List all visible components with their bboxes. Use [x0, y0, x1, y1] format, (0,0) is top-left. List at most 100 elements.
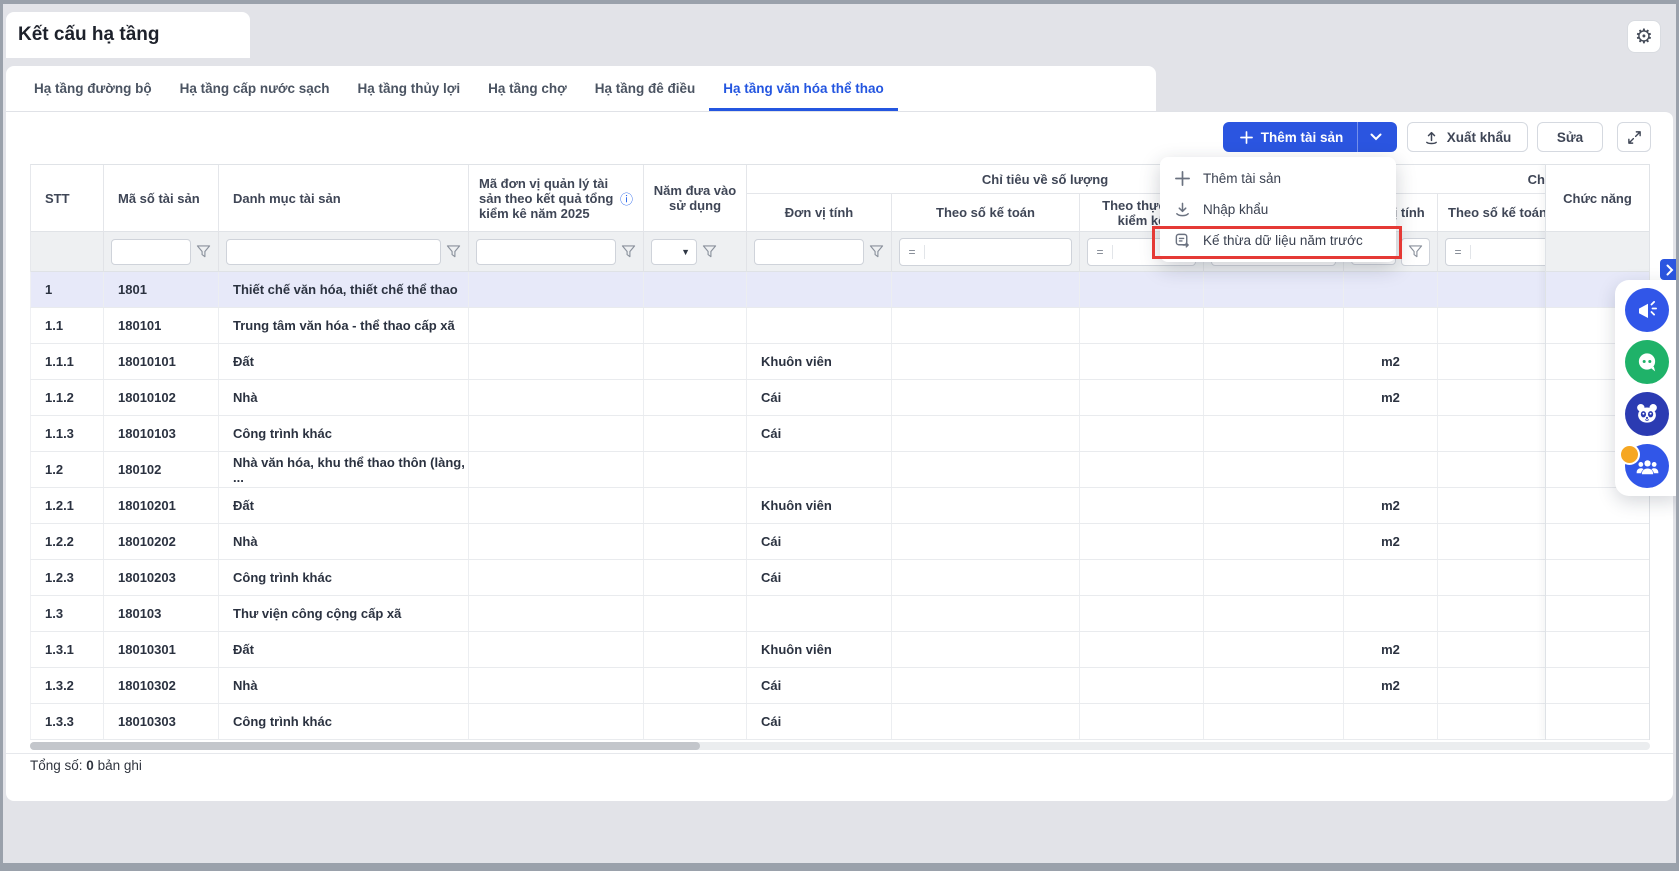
- column-header-asset-category[interactable]: Danh mục tài sản: [219, 165, 469, 232]
- tab-hạ-tầng-chợ[interactable]: Hạ tầng chợ: [474, 66, 581, 111]
- add-asset-dropdown-menu: Thêm tài sản Nhập khẩuKế thừa dữ liệu năm…: [1160, 157, 1396, 262]
- edit-button[interactable]: Sửa: [1537, 122, 1603, 152]
- menu-item-kế-thừa-dữ-liệu-năm-trước[interactable]: Kế thừa dữ liệu năm trước: [1160, 225, 1396, 256]
- horizontal-scrollbar[interactable]: [30, 742, 1650, 750]
- cell-empty: [1204, 272, 1344, 307]
- panda-icon[interactable]: [1625, 392, 1669, 436]
- cell-code: 18010102: [104, 380, 219, 415]
- cell-name: Đất: [219, 344, 469, 379]
- export-button[interactable]: Xuất khẩu: [1407, 122, 1528, 152]
- cell-empty: [469, 704, 644, 739]
- funnel-icon[interactable]: [446, 244, 461, 259]
- cell-empty: [644, 524, 747, 559]
- table-row[interactable]: 1.3.218010302NhàCáim2: [30, 668, 1650, 704]
- unit1-filter-input[interactable]: [754, 239, 864, 265]
- table-row[interactable]: 1.2.318010203Công trình khácCái: [30, 560, 1650, 596]
- cell-empty: [892, 416, 1080, 451]
- add-asset-button-label: Thêm tài sản: [1261, 130, 1344, 145]
- settings-button[interactable]: ⚙: [1627, 20, 1661, 53]
- funnel-button[interactable]: [1401, 238, 1430, 266]
- menu-item-nhập-khẩu[interactable]: Nhập khẩu: [1160, 194, 1396, 225]
- cell-unit2: [1344, 596, 1438, 631]
- funnel-icon[interactable]: [621, 244, 636, 259]
- tab-hạ-tầng-đê-điều[interactable]: Hạ tầng đê điều: [581, 66, 710, 111]
- cell-empty: [1080, 704, 1204, 739]
- filter-unit1: [747, 232, 892, 272]
- fullscreen-button[interactable]: [1617, 122, 1651, 152]
- asset-code-filter-input[interactable]: [111, 239, 191, 265]
- column-header-actions[interactable]: Chức năng: [1546, 164, 1649, 232]
- cell-empty: [892, 272, 1080, 307]
- menu-item-thêm-tài-sản[interactable]: Thêm tài sản: [1160, 163, 1396, 194]
- cell-empty: [469, 416, 644, 451]
- table-row[interactable]: 11801Thiết chế văn hóa, thiết chế thể th…: [30, 272, 1650, 308]
- cell-code: 18010201: [104, 488, 219, 523]
- horizontal-scrollbar-thumb[interactable]: [30, 742, 700, 750]
- cell-empty: [892, 524, 1080, 559]
- column-header-asset-code[interactable]: Mã số tài sản: [104, 165, 219, 232]
- column-header-mgmt-unit-code[interactable]: Mã đơn vị quản lý tài sản theo kết quả t…: [469, 165, 644, 232]
- tab-hạ-tầng-văn-hóa-thể-thao[interactable]: Hạ tầng văn hóa thể thao: [709, 66, 898, 111]
- funnel-icon[interactable]: [869, 244, 884, 259]
- cell-name: Nhà văn hóa, khu thể thao thôn (làng, ..…: [219, 452, 469, 487]
- cell-empty: [1080, 308, 1204, 343]
- cell-name: Công trình khác: [219, 704, 469, 739]
- megaphone-icon[interactable]: [1625, 288, 1669, 332]
- cell-empty: [469, 308, 644, 343]
- funnel-icon[interactable]: [196, 244, 211, 259]
- side-panel-toggle[interactable]: [1660, 259, 1679, 280]
- table-row[interactable]: 1.1.118010101ĐấtKhuôn viênm2: [30, 344, 1650, 380]
- cell-unit1: Khuôn viên: [747, 488, 892, 523]
- funnel-icon[interactable]: [702, 244, 717, 259]
- column-header-stt[interactable]: STT: [31, 165, 104, 232]
- tab-hạ-tầng-thủy-lợi[interactable]: Hạ tầng thủy lợi: [344, 66, 475, 111]
- cell-empty: [892, 560, 1080, 595]
- tab-hạ-tầng-cấp-nước-sạch[interactable]: Hạ tầng cấp nước sạch: [166, 66, 344, 111]
- cell-stt: 1.1: [31, 308, 104, 343]
- column-header-accounting1[interactable]: Theo số kế toán: [892, 194, 1080, 232]
- cell-unit1: Cái: [747, 416, 892, 451]
- menu-item-label: Thêm tài sản: [1203, 171, 1281, 186]
- add-asset-dropdown-toggle[interactable]: [1358, 122, 1394, 152]
- total-count: 0: [86, 758, 94, 773]
- caret-down-icon: ▼: [681, 247, 690, 257]
- table-row[interactable]: 1.2.218010202NhàCáim2: [30, 524, 1650, 560]
- cell-unit1: Cái: [747, 560, 892, 595]
- table-row[interactable]: 1.3.318010303Công trình khácCái: [30, 704, 1650, 740]
- cell-empty: [892, 488, 1080, 523]
- tab-bar: Hạ tầng đường bộHạ tầng cấp nước sạchHạ …: [6, 66, 1156, 111]
- cell-empty: [644, 452, 747, 487]
- tab-hạ-tầng-đường-bộ[interactable]: Hạ tầng đường bộ: [20, 66, 166, 111]
- table-row[interactable]: 1.3.118010301ĐấtKhuôn viênm2: [30, 632, 1650, 668]
- expand-icon: [1627, 130, 1642, 145]
- cell-unit1: [747, 272, 892, 307]
- cell-actions: [1546, 668, 1649, 704]
- table-row[interactable]: 1.2180102Nhà văn hóa, khu thể thao thôn …: [30, 452, 1650, 488]
- chat-icon[interactable]: [1625, 340, 1669, 384]
- table-row[interactable]: 1.3180103Thư viện công cộng cấp xã: [30, 596, 1650, 632]
- cell-unit2: [1344, 560, 1438, 595]
- column-header-unit1[interactable]: Đơn vị tính: [747, 194, 892, 232]
- equals-operator[interactable]: =: [900, 245, 925, 259]
- total-label: Tổng số:: [30, 758, 83, 773]
- cell-empty: [469, 560, 644, 595]
- year-filter-select[interactable]: ▼: [651, 239, 697, 265]
- equals-operator[interactable]: =: [1088, 245, 1113, 259]
- filter-mgmt-unit-code: [469, 232, 644, 272]
- cell-empty: [1204, 668, 1344, 703]
- mgmt-unit-filter-input[interactable]: [476, 239, 616, 265]
- cell-code: 18010202: [104, 524, 219, 559]
- accounting1-filter-input[interactable]: [925, 239, 1071, 265]
- equals-operator[interactable]: =: [1446, 245, 1471, 259]
- cell-empty: [1080, 560, 1204, 595]
- table-row[interactable]: 1.1180101Trung tâm văn hóa - thể thao cấ…: [30, 308, 1650, 344]
- column-header-year-in-use[interactable]: Năm đưa vào sử dụng: [644, 165, 747, 232]
- cell-stt: 1.1.3: [31, 416, 104, 451]
- asset-category-filter-input[interactable]: [226, 239, 441, 265]
- table-row[interactable]: 1.1.218010102NhàCáim2: [30, 380, 1650, 416]
- add-asset-split-button[interactable]: Thêm tài sản: [1223, 122, 1397, 152]
- info-icon[interactable]: ⓘ: [620, 189, 633, 208]
- table-row[interactable]: 1.1.318010103Công trình khácCái: [30, 416, 1650, 452]
- table-row[interactable]: 1.2.118010201ĐấtKhuôn viênm2: [30, 488, 1650, 524]
- cell-unit1: [747, 596, 892, 631]
